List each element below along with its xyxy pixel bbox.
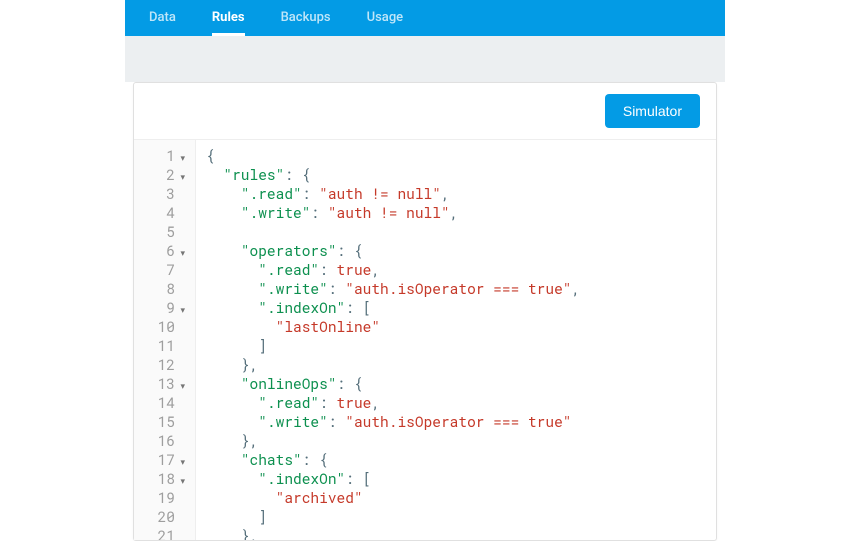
gutter-line: 9▾ <box>134 298 195 317</box>
code-editor[interactable]: 1▾2▾3456▾789▾10111213▾14151617▾18▾192021… <box>134 139 716 540</box>
gutter-line: 4 <box>134 203 195 222</box>
gutter-line: 13▾ <box>134 374 195 393</box>
editor-gutter: 1▾2▾3456▾789▾10111213▾14151617▾18▾192021 <box>134 140 196 540</box>
code-line[interactable]: ".indexOn": [ <box>206 298 580 317</box>
code-line[interactable]: }, <box>206 355 580 374</box>
gutter-line: 11 <box>134 336 195 355</box>
gutter-line: 19 <box>134 488 195 507</box>
code-line[interactable]: "chats": { <box>206 450 580 469</box>
code-line[interactable]: ] <box>206 336 580 355</box>
gutter-line: 20 <box>134 507 195 526</box>
gutter-line: 5 <box>134 222 195 241</box>
subheader-strip <box>125 36 725 82</box>
gutter-line: 8 <box>134 279 195 298</box>
card-header: Simulator <box>134 83 716 139</box>
code-line[interactable]: { <box>206 146 580 165</box>
code-line[interactable]: "rules": { <box>206 165 580 184</box>
gutter-line: 6▾ <box>134 241 195 260</box>
rules-card: Simulator 1▾2▾3456▾789▾10111213▾14151617… <box>133 82 717 541</box>
page-root: Data Rules Backups Usage Simulator 1▾2▾3… <box>0 0 850 539</box>
code-line[interactable]: ".write": "auth != null", <box>206 203 580 222</box>
code-line[interactable]: ".write": "auth.isOperator === true" <box>206 412 580 431</box>
gutter-line: 17▾ <box>134 450 195 469</box>
gutter-line: 18▾ <box>134 469 195 488</box>
tab-bar: Data Rules Backups Usage <box>125 0 725 36</box>
code-line[interactable]: }, <box>206 431 580 450</box>
code-line[interactable]: "lastOnline" <box>206 317 580 336</box>
simulator-button[interactable]: Simulator <box>605 94 700 128</box>
gutter-line: 12 <box>134 355 195 374</box>
gutter-line: 15 <box>134 412 195 431</box>
gutter-line: 3 <box>134 184 195 203</box>
code-line[interactable]: "onlineOps": { <box>206 374 580 393</box>
tab-data[interactable]: Data <box>149 0 176 36</box>
code-line[interactable]: ".read": true, <box>206 260 580 279</box>
code-line[interactable]: "operators": { <box>206 241 580 260</box>
tab-usage[interactable]: Usage <box>367 0 404 36</box>
code-line[interactable]: ] <box>206 507 580 526</box>
code-line[interactable]: ".write": "auth.isOperator === true", <box>206 279 580 298</box>
code-line[interactable]: ".read": true, <box>206 393 580 412</box>
tab-backups[interactable]: Backups <box>281 0 331 36</box>
gutter-line: 2▾ <box>134 165 195 184</box>
code-line[interactable]: ".indexOn": [ <box>206 469 580 488</box>
editor-code[interactable]: { "rules": { ".read": "auth != null", ".… <box>196 140 580 540</box>
gutter-line: 7 <box>134 260 195 279</box>
gutter-line: 16 <box>134 431 195 450</box>
code-line[interactable]: ".read": "auth != null", <box>206 184 580 203</box>
code-line[interactable]: "archived" <box>206 488 580 507</box>
gutter-line: 10 <box>134 317 195 336</box>
tab-rules[interactable]: Rules <box>212 0 245 36</box>
code-line[interactable]: }, <box>206 526 580 540</box>
gutter-line: 14 <box>134 393 195 412</box>
gutter-line: 21 <box>134 526 195 540</box>
gutter-line: 1▾ <box>134 146 195 165</box>
code-line[interactable] <box>206 222 580 241</box>
